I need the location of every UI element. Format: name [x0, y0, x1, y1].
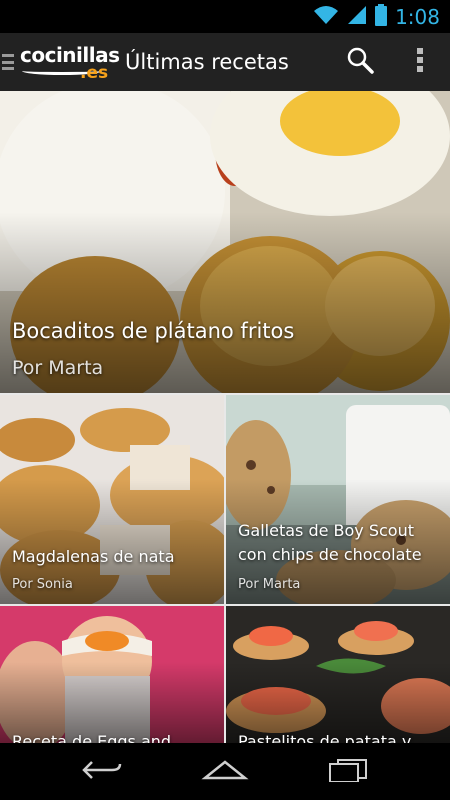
action-bar: cocinillas .es Últimas recetas: [0, 33, 450, 91]
recipe-card[interactable]: Receta de Eggs and...: [0, 606, 224, 743]
drawer-icon[interactable]: [2, 51, 16, 73]
search-icon: [346, 46, 374, 78]
app-logo[interactable]: cocinillas .es: [20, 39, 120, 85]
overflow-menu-button[interactable]: [390, 33, 450, 91]
recipe-title: Galletas de Boy Scout con chips de choco…: [238, 521, 422, 564]
recipe-card[interactable]: Magdalenas de nata Por Sonia: [0, 395, 224, 604]
recipe-card-featured[interactable]: Bocaditos de plátano fritos Por Marta: [0, 91, 450, 393]
back-button[interactable]: [72, 752, 132, 792]
page-title: Últimas recetas: [125, 50, 289, 74]
recipe-title: Pastelitos de patata y...: [238, 732, 425, 743]
wifi-icon: [313, 5, 339, 29]
recipe-author: Por Marta: [12, 357, 104, 379]
recipe-author: Por Marta: [238, 577, 301, 592]
recipe-title: Receta de Eggs and...: [12, 732, 187, 743]
recent-apps-button[interactable]: [318, 752, 378, 792]
recipe-author: Por Sonia: [12, 577, 73, 592]
status-bar: 1:08: [0, 0, 450, 33]
overflow-menu-icon: [416, 47, 424, 77]
navigation-bar: [0, 743, 450, 800]
recipe-grid: Bocaditos de plátano fritos Por Marta Ma…: [0, 91, 450, 743]
search-button[interactable]: [330, 33, 390, 91]
battery-icon: [375, 3, 388, 30]
recipe-card[interactable]: Pastelitos de patata y...: [226, 606, 450, 743]
home-icon: [201, 758, 249, 786]
status-time: 1:08: [395, 4, 440, 29]
back-icon: [80, 758, 124, 786]
recent-apps-icon: [326, 758, 370, 786]
recipe-card[interactable]: Galletas de Boy Scout con chips de choco…: [226, 395, 450, 604]
recipe-title: Magdalenas de nata: [12, 547, 175, 566]
home-button[interactable]: [195, 752, 255, 792]
signal-icon: [347, 5, 367, 29]
logo-suffix: .es: [80, 63, 109, 83]
recipe-title: Bocaditos de plátano fritos: [12, 319, 295, 343]
